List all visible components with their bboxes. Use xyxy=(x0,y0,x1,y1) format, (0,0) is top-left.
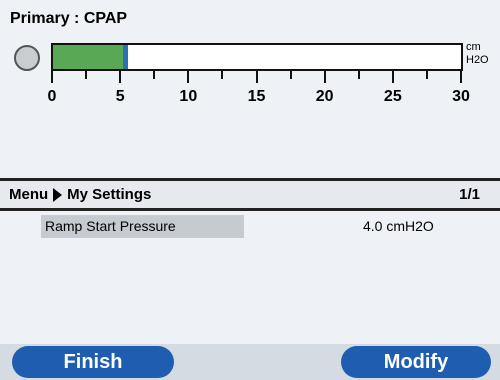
gauge-minor-tick xyxy=(221,71,224,79)
gauge-major-tick xyxy=(460,71,462,83)
pressure-gauge-bar xyxy=(51,43,463,71)
settings-list: Ramp Start Pressure 4.0 cmH2O xyxy=(0,211,500,344)
setting-label: Ramp Start Pressure xyxy=(41,215,244,238)
menu-header: Menu My Settings 1/1 xyxy=(0,181,500,208)
status-indicator-icon xyxy=(14,45,40,71)
breadcrumb-arrow-icon xyxy=(53,187,63,202)
breadcrumb: Menu My Settings xyxy=(9,186,151,203)
gauge-minor-tick xyxy=(85,71,88,79)
pressure-panel: Primary : CPAP cm H2O 0 5 10 15 20 25 30 xyxy=(0,0,500,178)
setting-value: 4.0 cmH2O xyxy=(363,218,434,234)
finish-button[interactable]: Finish xyxy=(12,346,174,378)
gauge-major-tick xyxy=(255,71,258,83)
gauge-minor-tick xyxy=(357,71,360,79)
pressure-gauge-marker xyxy=(122,45,128,69)
gauge-unit-cm: cm xyxy=(466,41,481,53)
gauge-major-tick xyxy=(187,71,190,83)
breadcrumb-root: Menu xyxy=(9,186,49,203)
gauge-minor-tick xyxy=(153,71,156,79)
pressure-gauge-fill xyxy=(53,45,128,69)
breadcrumb-current: My Settings xyxy=(67,186,152,203)
gauge-tick-label: 20 xyxy=(315,88,334,105)
gauge-major-tick xyxy=(119,71,122,83)
page-indicator: 1/1 xyxy=(459,186,480,203)
setting-row-ramp-start-pressure[interactable]: Ramp Start Pressure 4.0 cmH2O xyxy=(41,215,471,238)
gauge-tick-label: 10 xyxy=(179,88,198,105)
gauge-tick-label: 0 xyxy=(47,88,57,105)
gauge-tick-label: 30 xyxy=(452,88,470,105)
gauge-tick-label: 25 xyxy=(383,88,402,105)
gauge-major-tick xyxy=(51,71,53,83)
gauge-tick-label: 5 xyxy=(115,88,125,105)
modify-button[interactable]: Modify xyxy=(341,346,491,378)
gauge-minor-tick xyxy=(425,71,428,79)
gauge-major-tick xyxy=(391,71,394,83)
gauge-minor-tick xyxy=(289,71,292,79)
gauge-tick-label: 15 xyxy=(247,88,266,105)
therapy-mode-title: Primary : CPAP xyxy=(10,10,128,27)
gauge-major-tick xyxy=(323,71,326,83)
softkey-bar: Finish Modify xyxy=(0,344,500,380)
gauge-unit-h2o: H2O xyxy=(466,54,489,66)
